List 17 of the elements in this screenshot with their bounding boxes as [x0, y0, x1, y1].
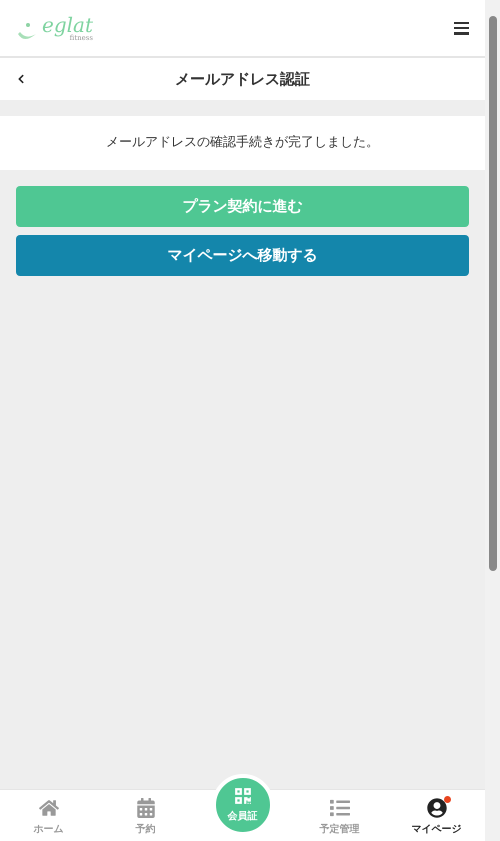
- scrollbar[interactable]: [485, 0, 500, 841]
- nav-tab[interactable]: 予定管理: [291, 790, 388, 841]
- nav-tab[interactable]: マイページ: [388, 790, 485, 841]
- back-icon[interactable]: [16, 74, 26, 84]
- page-title: メールアドレス認証: [175, 68, 310, 90]
- confirmation-message: メールアドレスの確認手続きが完了しました。: [106, 134, 379, 152]
- logo-name: eglat: [42, 14, 93, 34]
- home-icon: [38, 798, 58, 818]
- qr-code-icon: [234, 786, 252, 804]
- user-icon: [426, 798, 446, 818]
- list-icon: [330, 798, 350, 818]
- calendar-icon: [136, 798, 156, 818]
- nav-tab[interactable]: ホーム: [0, 790, 97, 841]
- nav-tab[interactable]: 予約: [97, 790, 194, 841]
- menu-icon[interactable]: [454, 22, 469, 34]
- action-button[interactable]: マイページへ移動する: [16, 235, 469, 276]
- action-button[interactable]: プラン契約に進む: [16, 186, 469, 227]
